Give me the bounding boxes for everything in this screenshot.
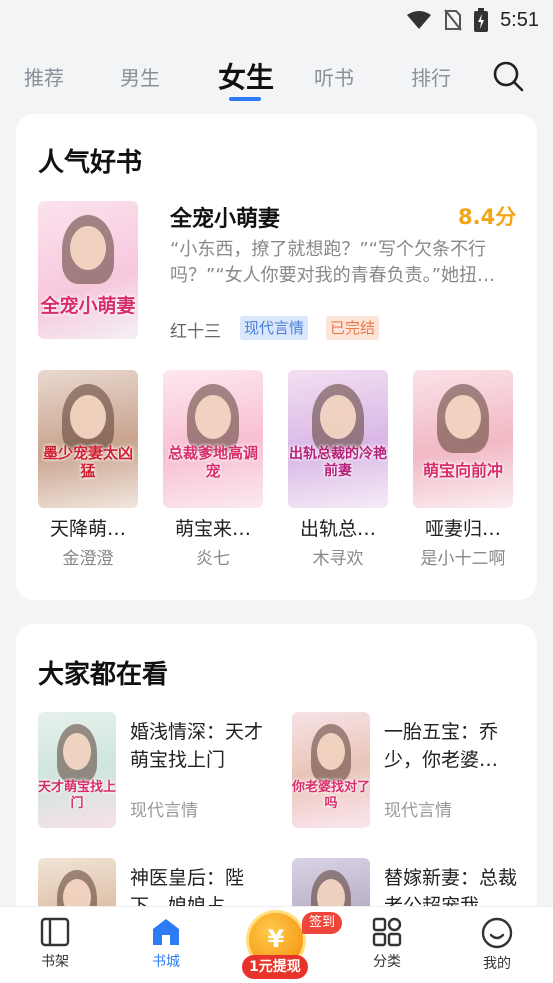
book-title: 婚浅情深：天才萌宝找上门 [130, 721, 264, 771]
featured-book-author: 红十三 [170, 322, 221, 342]
coin-icon: ¥ [267, 925, 285, 953]
cover-face [70, 394, 106, 439]
nav-profile[interactable]: 我的 [462, 917, 532, 973]
no-sim-icon [444, 9, 462, 31]
cover-face [316, 732, 346, 770]
withdraw-button[interactable]: 1元提现 [242, 955, 308, 979]
cover-face [70, 225, 106, 270]
book-cover-title: 天才萌宝找上门 [38, 780, 116, 811]
cover-face [195, 394, 231, 439]
wifi-icon [407, 11, 432, 29]
book-item[interactable]: 出轨总裁的冷艳前妻 出轨总… 木寻欢 [288, 370, 388, 570]
battery-charging-icon [474, 8, 489, 32]
list-item[interactable]: 天才萌宝找上门 婚浅情深：天才萌宝找上门 现代言情 [38, 712, 278, 828]
tab-recommend[interactable]: 推荐 [24, 62, 64, 91]
section-title-trending: 大家都在看 [38, 660, 169, 690]
nav-bookstore[interactable]: 书城 [131, 917, 201, 971]
featured-book-description: “小东西，撩了就想跑？”“写个欠条不行吗？”“女人你要对我的青春负责。”她扭… [170, 239, 495, 286]
featured-cover-title: 全宠小萌妻 [40, 295, 136, 317]
book-cover: 你老婆找对了吗 [292, 712, 370, 828]
book-item[interactable]: 总裁爹地高调宠 萌宝来… 炎七 [163, 370, 263, 570]
book-author: 金澄澄 [62, 549, 114, 569]
book-category: 现代言情 [384, 801, 452, 821]
book-cover: 总裁爹地高调宠 [163, 370, 263, 508]
tab-male[interactable]: 男生 [120, 62, 160, 91]
active-tab-indicator [229, 97, 261, 101]
sign-in-badge[interactable]: 签到 [302, 912, 343, 934]
nav-label: 书城 [152, 954, 180, 970]
tab-female[interactable]: 女生 [218, 56, 274, 96]
status-tag: 已完结 [326, 316, 380, 340]
book-title: 一胎五宝：乔少，你老婆… [384, 721, 499, 771]
nav-label: 书架 [41, 954, 69, 970]
book-cover-title: 萌宝向前冲 [422, 461, 503, 480]
featured-book-title[interactable]: 全宠小萌妻 [170, 201, 280, 233]
book-title: 天降萌… [49, 518, 126, 540]
featured-book-score: 8.4分 [458, 205, 517, 229]
grid-icon [372, 917, 402, 947]
smile-icon [481, 917, 513, 949]
book-author: 炎七 [196, 549, 230, 569]
nav-label: 分类 [373, 954, 401, 970]
nav-category[interactable]: 分类 [352, 917, 422, 971]
book-title: 萌宝来… [174, 518, 251, 540]
home-icon [153, 919, 179, 945]
book-category: 现代言情 [130, 801, 198, 821]
book-title: 出轨总… [299, 518, 376, 540]
book-cover-title: 墨少宠妻太凶猛 [42, 444, 133, 480]
list-item[interactable]: 你老婆找对了吗 一胎五宝：乔少，你老婆… 现代言情 [292, 712, 532, 828]
search-icon[interactable] [492, 60, 524, 92]
clock: 5:51 [500, 8, 539, 31]
book-cover: 萌宝向前冲 [413, 370, 513, 508]
book-title: 哑妻归… [424, 518, 501, 540]
book-item[interactable]: 墨少宠妻太凶猛 天降萌… 金澄澄 [38, 370, 138, 570]
book-item[interactable]: 萌宝向前冲 哑妻归… 是小十二啊 [413, 370, 513, 570]
genre-tag: 现代言情 [240, 316, 309, 340]
bookshelf-icon [40, 917, 70, 947]
nav-label: 我的 [483, 956, 511, 972]
book-cover-title: 你老婆找对了吗 [292, 780, 370, 811]
trending-books-card: 大家都在看 天才萌宝找上门 婚浅情深：天才萌宝找上门 现代言情 你老婆找对了吗 … [16, 624, 537, 924]
category-tabs: 推荐 男生 女生 听书 排行 [0, 50, 553, 106]
tab-ranking[interactable]: 排行 [411, 62, 451, 91]
book-cover: 天才萌宝找上门 [38, 712, 116, 828]
nav-bookshelf[interactable]: 书架 [20, 917, 90, 971]
tab-audiobook[interactable]: 听书 [314, 62, 354, 91]
featured-book-cover[interactable]: 全宠小萌妻 [38, 201, 138, 339]
popular-books-card: 人气好书 全宠小萌妻 全宠小萌妻 8.4分 “小东西，撩了就想跑？”“写个欠条不… [16, 114, 537, 600]
book-cover-title: 出轨总裁的冷艳前妻 [289, 446, 387, 479]
status-bar: 5:51 [0, 0, 553, 40]
book-author: 木寻欢 [312, 549, 364, 569]
cover-face [320, 394, 356, 439]
cover-face [445, 394, 481, 439]
book-cover: 墨少宠妻太凶猛 [38, 370, 138, 508]
book-cover: 出轨总裁的冷艳前妻 [288, 370, 388, 508]
book-cover-title: 总裁爹地高调宠 [167, 444, 258, 480]
cover-face [62, 732, 92, 770]
book-author: 是小十二啊 [420, 549, 506, 569]
section-title-popular: 人气好书 [38, 148, 143, 178]
